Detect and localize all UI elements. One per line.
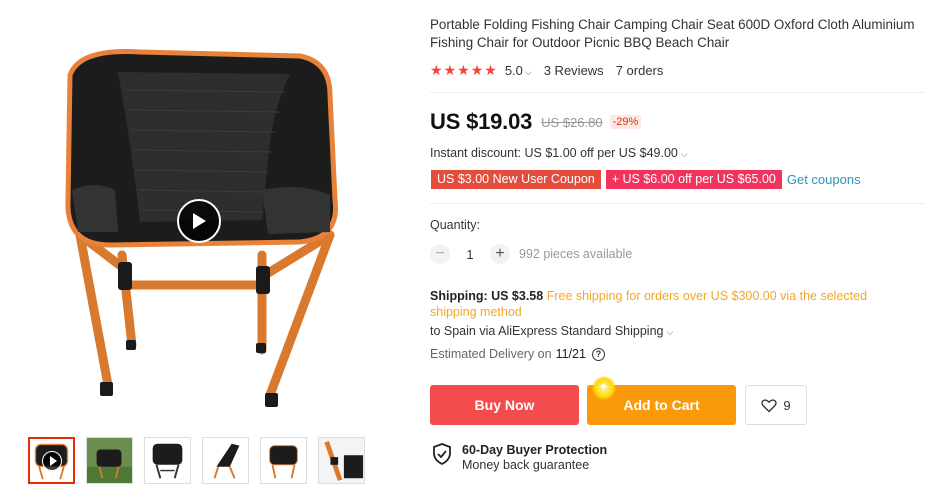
thumbnail-chair-detail-closeup[interactable] — [318, 437, 365, 484]
product-title: Portable Folding Fishing Chair Camping C… — [430, 17, 915, 50]
heart-icon — [761, 398, 778, 412]
discount-badge: -29% — [609, 115, 642, 129]
original-price: US $26.80 — [541, 114, 603, 130]
play-video-button[interactable] — [177, 199, 221, 243]
help-icon[interactable]: ? — [591, 347, 605, 361]
pieces-available: 992 pieces available — [519, 247, 633, 261]
shipping-destination-text: to Spain via AliExpress Standard Shippin… — [430, 324, 664, 338]
thumbnail-play-icon — [42, 451, 62, 471]
new-user-coupon[interactable]: US $3.00 New User Coupon — [431, 170, 601, 189]
shipping-cost: Shipping: US $3.58 — [430, 289, 544, 303]
rating-row: ★ ★ ★ ★ ★ 5.0 ⌵ 3 Reviews 7 orders — [430, 61, 663, 79]
reviews-link[interactable]: 3 Reviews — [544, 63, 604, 78]
current-price: US $19.03 — [430, 109, 533, 134]
chevron-down-icon: ⌵ — [680, 149, 688, 159]
quantity-input[interactable]: 1 — [450, 247, 490, 262]
buy-now-button[interactable]: Buy Now — [430, 385, 579, 425]
get-coupons-link[interactable]: Get coupons — [787, 172, 861, 187]
wishlist-count: 9 — [783, 397, 791, 413]
estimated-delivery: Estimated Delivery on 11/21 ? — [430, 347, 605, 361]
star-icon: ★ — [430, 62, 443, 78]
thumbnail-chair-front-white[interactable] — [260, 437, 307, 484]
quantity-stepper: − 1 + 992 pieces available — [430, 244, 632, 264]
buyer-protection: 60-Day Buyer Protection Money back guara… — [432, 443, 607, 473]
chevron-down-icon: ⌵ — [524, 66, 532, 77]
quantity-increase-button[interactable]: + — [490, 244, 510, 264]
shipping-info: Shipping: US $3.58 Free shipping for ord… — [430, 288, 900, 320]
rating-value[interactable]: 5.0 ⌵ — [505, 63, 532, 78]
play-icon — [193, 213, 206, 229]
orders-count: 7 orders — [615, 62, 664, 78]
quantity-label: Quantity: — [430, 218, 481, 232]
thumbnail-chair-side-view[interactable] — [202, 437, 249, 484]
shipping-destination[interactable]: to Spain via AliExpress Standard Shippin… — [430, 324, 673, 338]
star-icon: ★ — [470, 62, 484, 78]
store-coupon[interactable]: + US $6.00 off per US $65.00 — [605, 170, 782, 189]
wishlist-button[interactable]: 9 — [745, 385, 807, 425]
chevron-down-icon: ⌵ — [666, 327, 674, 337]
protection-title: 60-Day Buyer Protection — [462, 443, 608, 457]
delivery-label: Estimated Delivery on — [430, 347, 552, 361]
price-row: US $19.03 US $26.80 -29% — [430, 109, 642, 135]
protection-subtitle: Money back guarantee — [462, 458, 590, 472]
sparkle-icon: ✦ — [592, 376, 616, 400]
thumbnail-chair-black-front[interactable] — [144, 437, 191, 484]
coupon-row: US $3.00 New User Coupon + US $6.00 off … — [431, 170, 861, 189]
shield-icon — [433, 443, 451, 465]
divider — [430, 203, 925, 204]
thumbnail-strip — [28, 437, 365, 484]
instant-discount-text: Instant discount: US $1.00 off per US $4… — [430, 146, 678, 160]
star-icon: ★ — [484, 62, 497, 78]
quantity-decrease-button[interactable]: − — [430, 244, 450, 264]
thumbnail-chair-outdoor-grass[interactable] — [86, 437, 133, 484]
thumbnail-chair-front-video[interactable] — [28, 437, 75, 484]
star-icon: ★ — [457, 62, 470, 78]
delivery-date: 11/21 — [555, 347, 586, 361]
divider — [430, 92, 925, 93]
star-rating: ★ ★ ★ ★ ★ — [430, 63, 497, 77]
star-icon: ★ — [443, 62, 457, 78]
instant-discount[interactable]: Instant discount: US $1.00 off per US $4… — [430, 146, 688, 160]
